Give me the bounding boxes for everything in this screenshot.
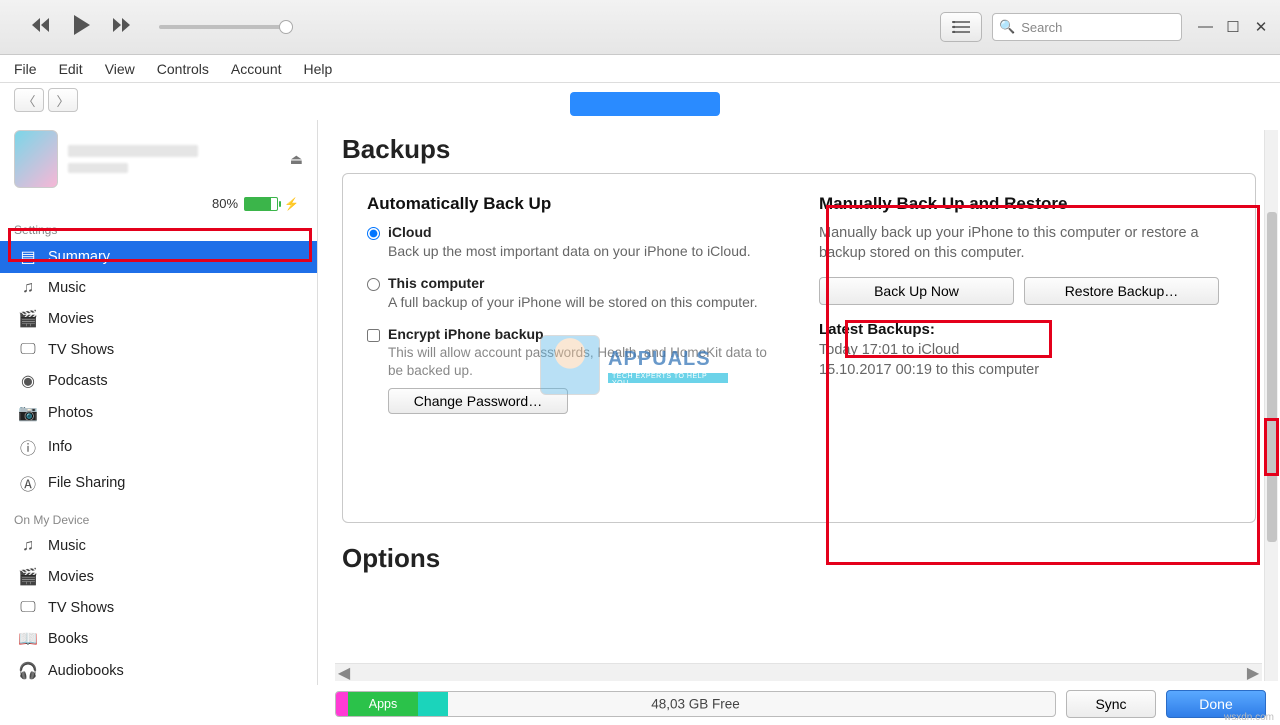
battery-icon: [244, 197, 278, 211]
encrypt-checkbox[interactable]: [367, 329, 380, 342]
thiscomputer-radio[interactable]: [367, 278, 380, 291]
tv-icon: 🖵: [18, 341, 38, 359]
device-header: ⏏: [0, 120, 317, 196]
search-placeholder: Search: [1021, 20, 1062, 35]
latest-backups-title: Latest Backups:: [819, 321, 1231, 338]
battery-percent: 80%: [212, 196, 238, 211]
battery-status: 80% ⚡: [0, 196, 317, 219]
movies-icon: 🎬: [18, 567, 38, 587]
search-input[interactable]: 🔍 Search: [992, 13, 1182, 41]
sidebar-device-books[interactable]: 📖Books: [0, 623, 317, 655]
menu-view[interactable]: View: [105, 61, 135, 77]
nav-back-button[interactable]: 〈: [14, 88, 44, 112]
storage-seg-apps: Apps: [348, 692, 418, 716]
device-tab[interactable]: [570, 92, 720, 116]
restore-backup-button[interactable]: Restore Backup…: [1024, 277, 1219, 305]
icloud-radio[interactable]: [367, 227, 380, 240]
menu-file[interactable]: File: [14, 61, 37, 77]
sidebar-item-summary[interactable]: ▤Summary: [0, 241, 317, 273]
sidebar-device-tvshows[interactable]: 🖵TV Shows: [0, 593, 317, 623]
books-icon: 📖: [18, 629, 38, 649]
sidebar-device-audiobooks[interactable]: 🎧Audiobooks: [0, 655, 317, 685]
nav-forward-button[interactable]: 〉: [48, 88, 78, 112]
podcast-icon: ◉: [18, 371, 38, 391]
thiscomputer-desc: A full backup of your iPhone will be sto…: [388, 293, 758, 312]
player-toolbar: 🔍 Search — ☐ ✕: [0, 0, 1280, 55]
manual-title: Manually Back Up and Restore: [819, 194, 1231, 214]
sidebar-device-music[interactable]: ♫Music: [0, 531, 317, 561]
footer-watermark: wsxdn.com: [1224, 712, 1274, 723]
icloud-desc: Back up the most important data on your …: [388, 242, 751, 261]
info-icon: ⓘ: [18, 435, 38, 459]
tv-icon: 🖵: [18, 599, 38, 617]
movies-icon: 🎬: [18, 309, 38, 329]
storage-seg-1: [336, 692, 348, 716]
sidebar-item-filesharing[interactable]: ⒶFile Sharing: [0, 465, 317, 501]
previous-button[interactable]: [20, 17, 62, 38]
latest-backup-1: Today 17:01 to iCloud: [819, 342, 1231, 358]
storage-seg-3: [418, 692, 448, 716]
appstore-icon: Ⓐ: [18, 471, 38, 495]
menu-controls[interactable]: Controls: [157, 61, 209, 77]
menu-help[interactable]: Help: [304, 61, 333, 77]
menu-edit[interactable]: Edit: [59, 61, 83, 77]
music-icon: ♫: [18, 537, 38, 555]
sidebar-item-tvshows[interactable]: 🖵TV Shows: [0, 335, 317, 365]
next-button[interactable]: [102, 17, 144, 38]
storage-bar-row: Apps 48,03 GB Free Sync Done: [335, 687, 1266, 721]
backups-box: Automatically Back Up iCloud Back up the…: [342, 173, 1256, 523]
backups-title: Backups: [342, 134, 1256, 165]
list-view-button[interactable]: [940, 12, 982, 42]
search-icon: 🔍: [999, 19, 1015, 35]
auto-backup-title: Automatically Back Up: [367, 194, 779, 214]
onmydevice-header: On My Device: [0, 509, 317, 531]
eject-button[interactable]: ⏏: [290, 151, 303, 168]
storage-bar[interactable]: Apps 48,03 GB Free: [335, 691, 1056, 717]
horizontal-scrollbar[interactable]: ◀▶: [335, 663, 1262, 681]
encrypt-label: Encrypt iPhone backup: [388, 326, 768, 342]
change-password-button[interactable]: Change Password…: [388, 388, 568, 414]
icloud-label: iCloud: [388, 224, 751, 240]
device-thumbnail-icon: [14, 130, 58, 188]
highlight-scrollbar: [1264, 418, 1279, 476]
sidebar-item-movies[interactable]: 🎬Movies: [0, 303, 317, 335]
sidebar-item-podcasts[interactable]: ◉Podcasts: [0, 365, 317, 397]
options-title: Options: [342, 543, 1256, 574]
sidebar: ⏏ 80% ⚡ Settings ▤Summary ♫Music 🎬Movies…: [0, 120, 318, 685]
backup-now-button[interactable]: Back Up Now: [819, 277, 1014, 305]
device-model-blur: [68, 163, 128, 173]
vertical-scrollbar[interactable]: [1264, 130, 1278, 681]
settings-header: Settings: [0, 219, 317, 241]
sidebar-item-music[interactable]: ♫Music: [0, 273, 317, 303]
storage-free-label: 48,03 GB Free: [651, 697, 740, 712]
device-name-blur: [68, 145, 198, 157]
encrypt-desc: This will allow account passwords, Healt…: [388, 344, 768, 380]
summary-icon: ▤: [18, 247, 38, 267]
main-panel: Backups Automatically Back Up iCloud Bac…: [318, 120, 1280, 685]
sidebar-item-photos[interactable]: 📷Photos: [0, 397, 317, 429]
music-icon: ♫: [18, 279, 38, 297]
sidebar-device-movies[interactable]: 🎬Movies: [0, 561, 317, 593]
thiscomputer-label: This computer: [388, 275, 758, 291]
charging-icon: ⚡: [284, 197, 299, 211]
menu-bar: File Edit View Controls Account Help: [0, 55, 1280, 83]
audiobooks-icon: 🎧: [18, 661, 38, 681]
close-button[interactable]: ✕: [1254, 18, 1268, 36]
volume-slider[interactable]: [159, 25, 289, 29]
latest-backup-2: 15.10.2017 00:19 to this computer: [819, 362, 1231, 378]
photos-icon: 📷: [18, 403, 38, 423]
menu-account[interactable]: Account: [231, 61, 282, 77]
maximize-button[interactable]: ☐: [1226, 18, 1240, 36]
sync-button[interactable]: Sync: [1066, 690, 1156, 718]
minimize-button[interactable]: —: [1198, 18, 1212, 36]
sidebar-item-info[interactable]: ⓘInfo: [0, 429, 317, 465]
play-button[interactable]: [62, 14, 102, 41]
manual-desc: Manually back up your iPhone to this com…: [819, 224, 1231, 263]
